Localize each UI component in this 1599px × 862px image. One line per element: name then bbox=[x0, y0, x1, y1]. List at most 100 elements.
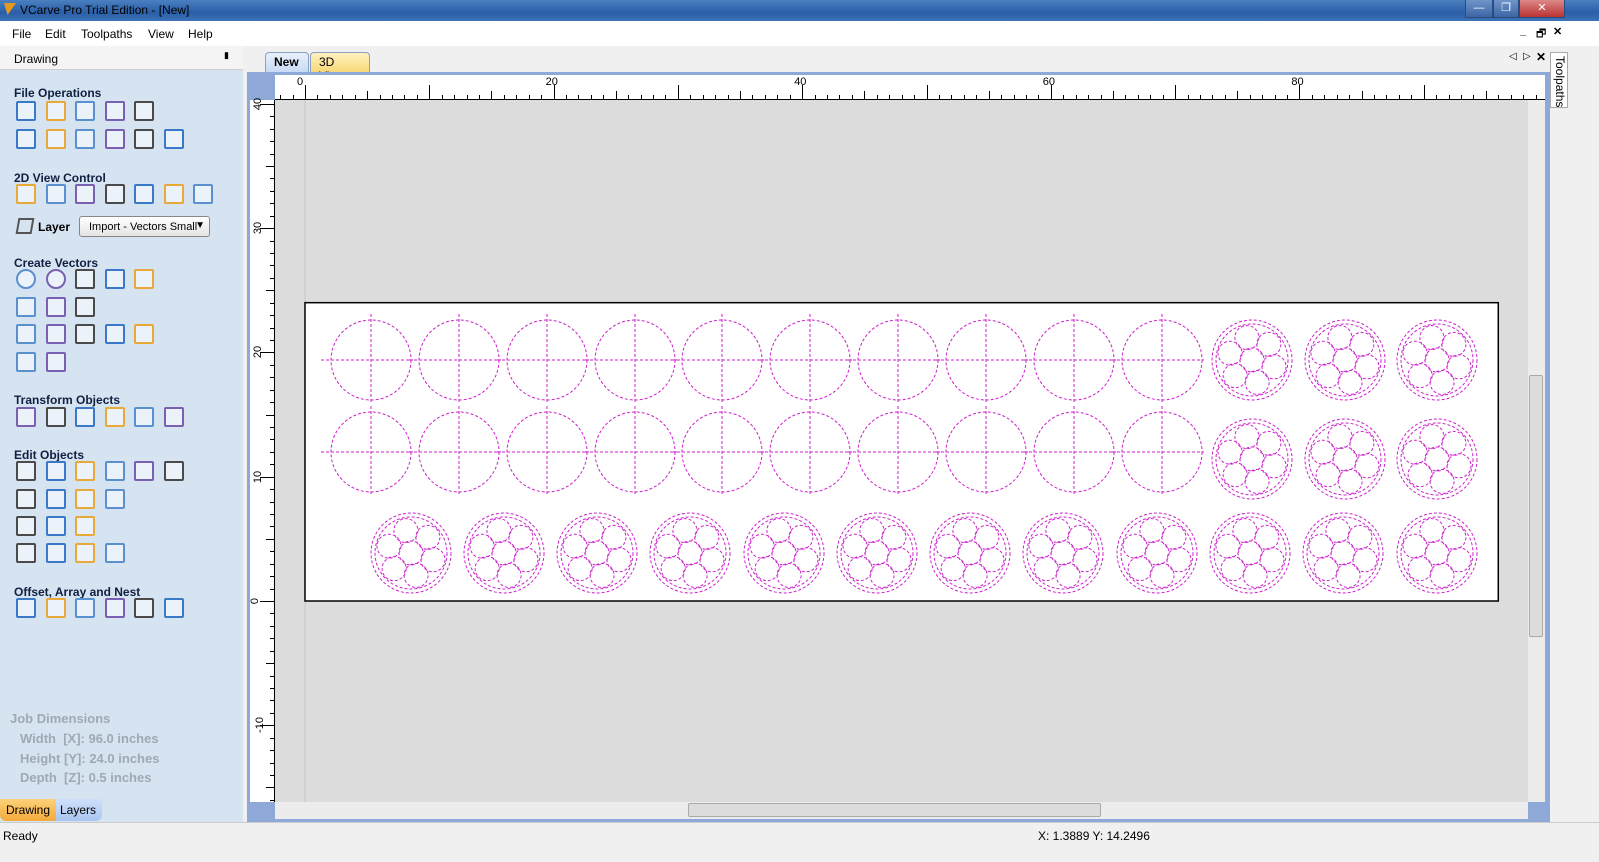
ellipse-icon[interactable] bbox=[45, 269, 66, 289]
polygon-icon[interactable] bbox=[104, 269, 125, 289]
mdi-restore-button[interactable]: 🗗 bbox=[1536, 25, 1546, 44]
rectangle-icon[interactable] bbox=[75, 269, 95, 289]
measure-icon[interactable] bbox=[45, 352, 66, 372]
join-icon[interactable] bbox=[75, 516, 95, 536]
text-frame-icon[interactable] bbox=[45, 324, 66, 344]
distort-icon[interactable] bbox=[134, 407, 154, 427]
canvas-svg bbox=[304, 100, 1500, 802]
ruler-tick bbox=[938, 95, 940, 99]
view-right-icon[interactable] bbox=[193, 184, 213, 204]
tab-drawing[interactable]: Drawing bbox=[0, 799, 58, 821]
weld-icon[interactable] bbox=[16, 489, 36, 509]
view-middle-icon[interactable] bbox=[163, 184, 184, 204]
text-icon[interactable] bbox=[16, 324, 36, 344]
fillet-icon[interactable] bbox=[16, 516, 36, 536]
subtract-icon[interactable] bbox=[45, 489, 66, 509]
import-icon[interactable] bbox=[134, 101, 154, 121]
open-folder-icon[interactable] bbox=[104, 101, 125, 121]
menu-toolpaths[interactable]: Toolpaths bbox=[81, 27, 132, 41]
save-icon[interactable] bbox=[75, 101, 95, 121]
close-vectors-icon[interactable] bbox=[16, 543, 36, 563]
ruler-tick bbox=[270, 775, 274, 777]
nest-icon[interactable] bbox=[104, 598, 125, 618]
menu-view[interactable]: View bbox=[148, 27, 174, 41]
select-all-icon[interactable] bbox=[16, 129, 36, 149]
ruler-label: 80 bbox=[1291, 76, 1304, 88]
zoom-extents-icon[interactable] bbox=[75, 184, 95, 204]
tab-scroll-left-icon[interactable]: ◁ bbox=[1509, 51, 1517, 62]
close-button[interactable]: ✕ bbox=[1519, 0, 1565, 18]
copy-icon[interactable] bbox=[75, 129, 95, 149]
ruler-label: -10 bbox=[253, 717, 266, 734]
pin-icon[interactable]: ▮ bbox=[224, 50, 229, 61]
mdi-close-button[interactable]: ✕ bbox=[1553, 25, 1562, 38]
minimize-button[interactable]: — bbox=[1465, 0, 1493, 18]
view-left-icon[interactable] bbox=[134, 184, 154, 204]
star-icon[interactable] bbox=[134, 269, 154, 289]
curve-icon[interactable] bbox=[75, 297, 95, 317]
ungroup-icon[interactable] bbox=[134, 461, 154, 481]
horizontal-scrollbar[interactable] bbox=[275, 802, 1528, 819]
tab-scroll-right-icon[interactable]: ▷ bbox=[1523, 51, 1531, 62]
trim-icon[interactable] bbox=[104, 489, 125, 509]
move-icon[interactable] bbox=[16, 407, 36, 427]
smooth-icon[interactable] bbox=[163, 461, 184, 481]
paste-icon[interactable] bbox=[104, 129, 125, 149]
toolpaths-panel-tab[interactable]: Toolpaths bbox=[1550, 52, 1568, 108]
tab-layers[interactable]: Layers bbox=[56, 799, 102, 821]
node-edit-icon[interactable] bbox=[45, 461, 66, 481]
ruler-tick bbox=[1237, 91, 1239, 99]
align-icon[interactable] bbox=[75, 407, 95, 427]
circle-icon[interactable] bbox=[16, 269, 36, 289]
ruler-tick bbox=[1075, 95, 1077, 99]
mdi-minimize-button[interactable]: _ bbox=[1520, 25, 1526, 37]
arc-text-icon[interactable] bbox=[134, 324, 154, 344]
center-icon[interactable] bbox=[163, 407, 184, 427]
ruler-tick bbox=[1175, 85, 1177, 99]
curve-fit-icon[interactable] bbox=[45, 543, 66, 563]
nesting-icon[interactable] bbox=[163, 598, 184, 618]
scale-icon[interactable] bbox=[45, 407, 66, 427]
redo-icon[interactable] bbox=[163, 129, 184, 149]
group-icon[interactable] bbox=[104, 461, 125, 481]
text-on-curve-icon[interactable] bbox=[75, 324, 95, 344]
mirror-icon[interactable] bbox=[104, 407, 125, 427]
grid-array-icon[interactable] bbox=[134, 598, 154, 618]
section-title: Create Vectors bbox=[14, 256, 99, 270]
menu-file[interactable]: File bbox=[12, 27, 31, 41]
zoom-selected-icon[interactable] bbox=[104, 184, 125, 204]
dimension-icon[interactable] bbox=[16, 352, 36, 372]
vertical-scrollbar[interactable] bbox=[1528, 100, 1545, 802]
close-document-icon[interactable]: ✕ bbox=[1536, 50, 1546, 64]
open-file-icon[interactable] bbox=[45, 101, 66, 121]
intersect-icon[interactable] bbox=[75, 489, 95, 509]
undo-icon[interactable] bbox=[134, 129, 154, 149]
extend-icon[interactable] bbox=[45, 516, 66, 536]
restore-button[interactable]: ❐ bbox=[1493, 0, 1519, 18]
menu-help[interactable]: Help bbox=[188, 27, 213, 41]
ruler-label: 20 bbox=[545, 76, 558, 88]
offset-vector-icon[interactable] bbox=[75, 543, 95, 563]
menu-edit[interactable]: Edit bbox=[45, 27, 66, 41]
ruler-tick bbox=[270, 339, 274, 341]
break-icon[interactable] bbox=[104, 543, 125, 563]
cut-icon[interactable] bbox=[45, 129, 66, 149]
horizontal-scroll-thumb[interactable] bbox=[688, 803, 1101, 817]
new-file-icon[interactable] bbox=[16, 101, 36, 121]
tab-new[interactable]: New bbox=[265, 52, 309, 72]
vertical-scroll-thumb[interactable] bbox=[1529, 375, 1543, 637]
array-icon[interactable] bbox=[45, 598, 66, 618]
offset-icon[interactable] bbox=[16, 598, 36, 618]
pan-icon[interactable] bbox=[16, 184, 36, 204]
zoom-box-icon[interactable] bbox=[45, 184, 66, 204]
layer-dropdown[interactable]: Import - Vectors Small ▼ bbox=[79, 216, 210, 237]
interactive-trim-icon[interactable] bbox=[75, 461, 95, 481]
arc-icon[interactable] bbox=[45, 297, 66, 317]
drawing-canvas[interactable] bbox=[275, 100, 1528, 802]
text-auto-layout-icon[interactable] bbox=[104, 324, 125, 344]
ruler-tick bbox=[1448, 95, 1450, 99]
tab-3d-view[interactable]: 3D View bbox=[310, 52, 370, 83]
circular-array-icon[interactable] bbox=[75, 598, 95, 618]
polyline-icon[interactable] bbox=[16, 297, 36, 317]
select-icon[interactable] bbox=[16, 461, 36, 481]
